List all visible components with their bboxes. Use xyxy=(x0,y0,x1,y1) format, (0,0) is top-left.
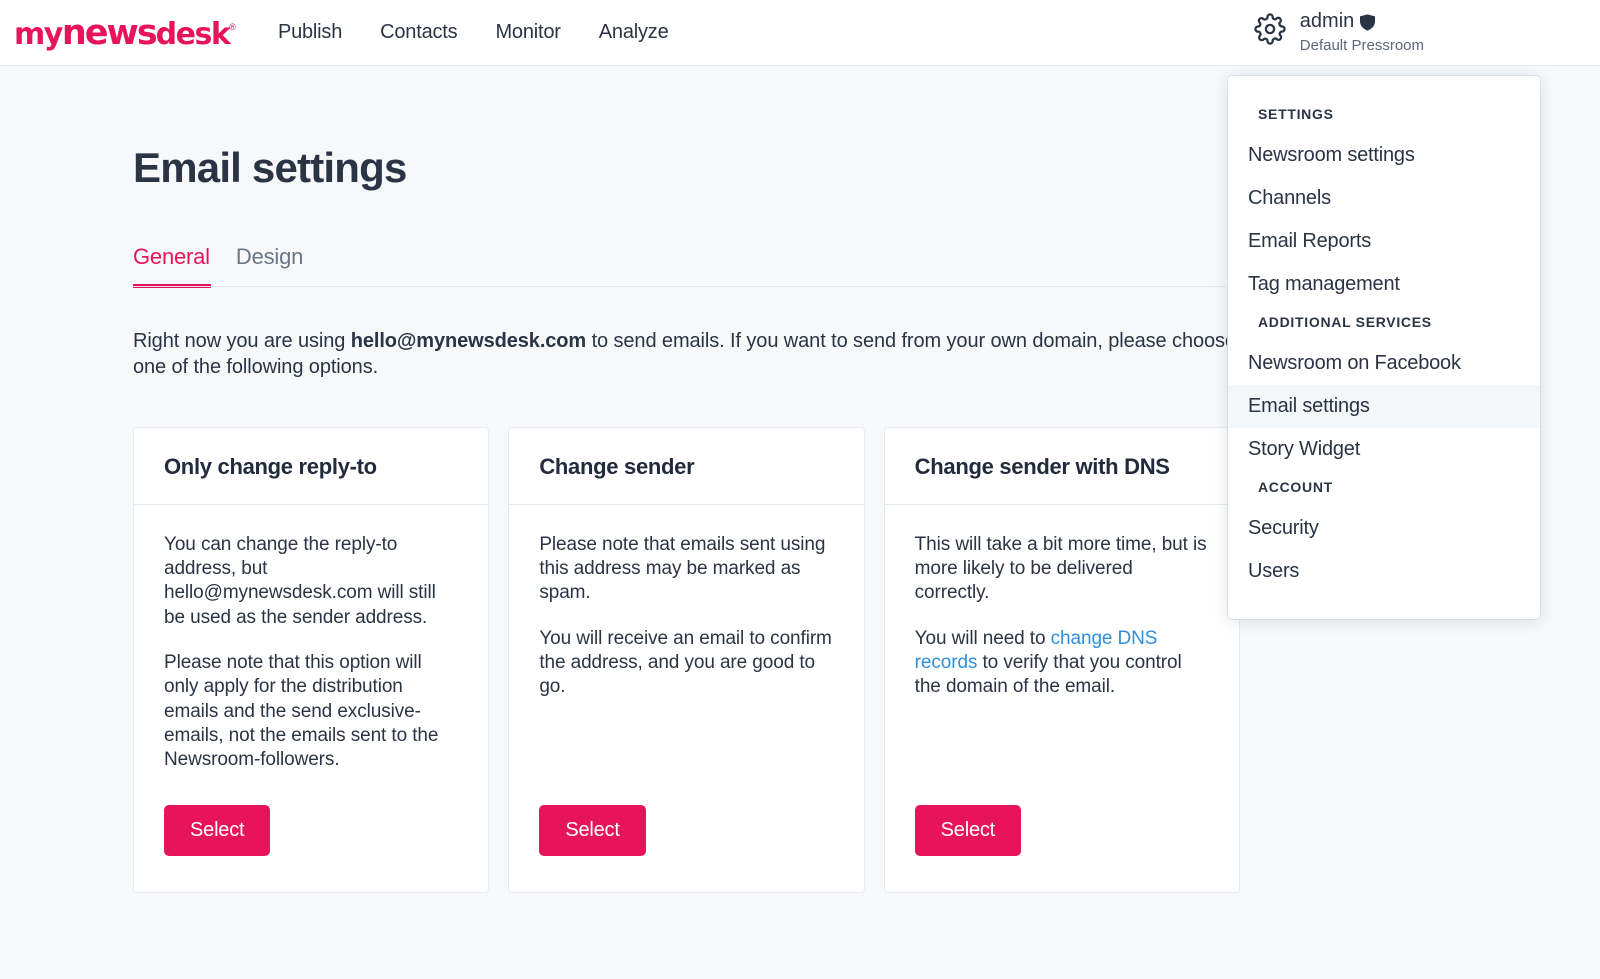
account-labels: admin Default Pressroom xyxy=(1300,9,1424,56)
card-paragraph: Please note that emails sent using this … xyxy=(539,533,833,606)
dropdown-heading-account: ACCOUNT xyxy=(1228,471,1540,507)
card-title: Change sender xyxy=(539,454,833,480)
account-menu-trigger[interactable]: admin Default Pressroom xyxy=(1254,9,1424,56)
card-footer: Select xyxy=(509,805,863,892)
page-title: Email settings xyxy=(133,144,1240,192)
card-change-sender: Change sender Please note that emails se… xyxy=(508,427,864,893)
card-footer: Select xyxy=(134,805,488,892)
card-body: You can change the reply-to address, but… xyxy=(134,505,488,805)
dropdown-item-tag-management[interactable]: Tag management xyxy=(1228,263,1540,306)
card-paragraph: Please note that this option will only a… xyxy=(164,651,458,773)
dropdown-item-email-reports[interactable]: Email Reports xyxy=(1228,220,1540,263)
card-body: This will take a bit more time, but is m… xyxy=(885,505,1239,805)
nav-item-monitor[interactable]: Monitor xyxy=(495,21,560,44)
dropdown-item-newsroom-settings[interactable]: Newsroom settings xyxy=(1228,134,1540,177)
nav-item-publish[interactable]: Publish xyxy=(278,21,342,44)
top-navigation-bar: mynewsdesk® Publish Contacts Monitor Ana… xyxy=(0,0,1600,66)
dropdown-item-security[interactable]: Security xyxy=(1228,507,1540,550)
logo-text-my: my xyxy=(14,17,62,52)
card-header: Change sender xyxy=(509,428,863,505)
card-title: Only change reply-to xyxy=(164,454,458,480)
intro-prefix: Right now you are using xyxy=(133,330,351,352)
select-button[interactable]: Select xyxy=(915,805,1021,856)
card-body: Please note that emails sent using this … xyxy=(509,505,863,805)
mynewsdesk-logo[interactable]: mynewsdesk® xyxy=(14,13,236,53)
options-card-list: Only change reply-to You can change the … xyxy=(133,427,1240,893)
tab-divider xyxy=(133,286,1237,287)
settings-dropdown-menu: SETTINGS Newsroom settings Channels Emai… xyxy=(1228,76,1540,619)
intro-email: hello@mynewsdesk.com xyxy=(351,330,586,352)
account-name-row: admin xyxy=(1300,9,1424,34)
tab-general[interactable]: General xyxy=(133,244,210,288)
account-pressroom: Default Pressroom xyxy=(1300,37,1424,56)
main-nav: Publish Contacts Monitor Analyze xyxy=(278,21,669,44)
card-header: Only change reply-to xyxy=(134,428,488,505)
select-button[interactable]: Select xyxy=(164,805,270,856)
card-title: Change sender with DNS xyxy=(915,454,1209,480)
tab-design[interactable]: Design xyxy=(236,244,303,288)
card-paragraph: You can change the reply-to address, but… xyxy=(164,533,458,630)
content-column: Email settings General Design Right now … xyxy=(0,66,1240,893)
select-button[interactable]: Select xyxy=(539,805,645,856)
logo-text-desk: desk xyxy=(156,17,230,52)
tab-bar: General Design xyxy=(133,244,1240,288)
logo-text-news: news xyxy=(62,13,156,53)
card-change-sender-with-dns: Change sender with DNS This will take a … xyxy=(884,427,1240,893)
logo-trademark-icon: ® xyxy=(229,22,236,32)
card-paragraph: You will receive an email to confirm the… xyxy=(539,627,833,700)
link-paragraph-prefix: You will need to xyxy=(915,628,1051,649)
dropdown-item-channels[interactable]: Channels xyxy=(1228,177,1540,220)
card-footer: Select xyxy=(885,805,1239,892)
shield-icon xyxy=(1360,13,1375,30)
intro-paragraph: Right now you are using hello@mynewsdesk… xyxy=(133,328,1243,381)
gear-icon[interactable] xyxy=(1254,13,1286,45)
dropdown-heading-settings: SETTINGS xyxy=(1228,98,1540,134)
account-name: admin xyxy=(1300,9,1354,34)
nav-item-analyze[interactable]: Analyze xyxy=(599,21,669,44)
nav-item-contacts[interactable]: Contacts xyxy=(380,21,457,44)
dropdown-item-story-widget[interactable]: Story Widget xyxy=(1228,428,1540,471)
card-only-change-reply-to: Only change reply-to You can change the … xyxy=(133,427,489,893)
dropdown-item-users[interactable]: Users xyxy=(1228,550,1540,593)
dropdown-item-email-settings[interactable]: Email settings xyxy=(1228,385,1540,428)
card-header: Change sender with DNS xyxy=(885,428,1239,505)
card-paragraph: This will take a bit more time, but is m… xyxy=(915,533,1209,606)
card-paragraph-with-link: You will need to change DNS records to v… xyxy=(915,627,1209,700)
dropdown-item-newsroom-on-facebook[interactable]: Newsroom on Facebook xyxy=(1228,342,1540,385)
dropdown-heading-additional-services: ADDITIONAL SERVICES xyxy=(1228,306,1540,342)
